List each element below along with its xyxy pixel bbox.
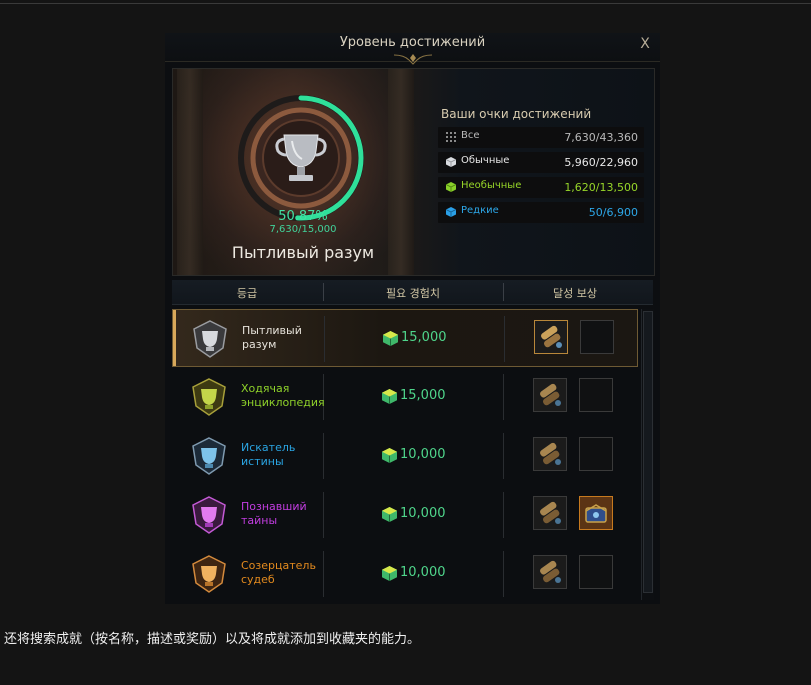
grade-row[interactable]: Созерцатель судеб 10,000 xyxy=(172,545,638,603)
score-row-uncommon: Необычные 1,620/13,500 xyxy=(438,177,644,198)
scroll-icon xyxy=(540,383,561,406)
xp-gem-icon xyxy=(382,566,397,581)
reward-scroll-slot[interactable] xyxy=(533,496,567,530)
scroll-icon xyxy=(540,501,561,524)
reward-empty-slot[interactable] xyxy=(579,378,613,412)
progress-points: 7,630/15,000 xyxy=(269,224,337,235)
xp-amount: 10,000 xyxy=(400,565,446,580)
column-divider xyxy=(503,374,504,420)
score-label: Обычные xyxy=(461,155,510,166)
score-value: 5,960/22,960 xyxy=(564,156,638,169)
title-ornament-icon xyxy=(393,54,433,65)
scroll-icon xyxy=(540,560,561,583)
selected-indicator xyxy=(173,310,176,366)
score-label: Необычные xyxy=(461,180,522,191)
scrollbar-thumb[interactable] xyxy=(643,311,653,593)
grade-name: Ходячая энциклопедия xyxy=(241,382,325,409)
score-label: Все xyxy=(461,130,480,141)
column-divider xyxy=(504,316,505,362)
scroll-icon xyxy=(541,325,562,348)
silver-trophy-icon xyxy=(193,320,227,358)
reward-scroll-slot[interactable] xyxy=(533,437,567,471)
score-value: 7,630/43,360 xyxy=(564,131,638,144)
grade-name: Искатель истины xyxy=(241,441,296,468)
grade-name: Созерцатель судеб xyxy=(241,559,316,586)
green-cube-icon xyxy=(446,182,456,192)
required-xp: 10,000 xyxy=(382,565,502,583)
current-grade-name: Пытливый разум xyxy=(231,243,375,262)
grade-table-header: 등급 필요 경험치 달성 보상 xyxy=(172,280,653,305)
treasure-box-icon xyxy=(585,504,607,523)
xp-gem-icon xyxy=(382,448,397,463)
reward-scroll-slot[interactable] xyxy=(534,320,568,354)
xp-gem-icon xyxy=(382,507,397,522)
column-divider xyxy=(503,492,504,538)
grid-icon xyxy=(446,132,456,142)
score-label: Редкие xyxy=(461,205,499,216)
xp-gem-icon xyxy=(383,331,398,346)
progress-percent: 50.87% xyxy=(278,209,328,224)
required-xp: 15,000 xyxy=(382,388,502,406)
achievement-hero-panel: 50.87% 7,630/15,000 Пытливый разум Ваши … xyxy=(172,68,655,276)
required-xp: 10,000 xyxy=(382,447,502,465)
xp-amount: 10,000 xyxy=(400,447,446,462)
header-required-xp: 필요 경험치 xyxy=(385,287,441,300)
orange-trophy-icon xyxy=(192,555,226,593)
grade-row[interactable]: Ходячая энциклопедия 15,000 xyxy=(172,368,638,426)
window-title: Уровень достижений xyxy=(339,35,486,50)
scores-heading: Ваши очки достижений xyxy=(441,107,592,121)
reward-scroll-slot[interactable] xyxy=(533,378,567,412)
reward-treasure-slot[interactable] xyxy=(579,496,613,530)
score-row-rare: Редкие 50/6,900 xyxy=(438,202,644,223)
reward-scroll-slot[interactable] xyxy=(533,555,567,589)
white-cube-icon xyxy=(446,157,456,167)
grade-name: Познавший тайны xyxy=(241,500,307,527)
left-pillar xyxy=(177,69,203,275)
column-divider xyxy=(503,551,504,597)
scroll-icon xyxy=(540,442,561,465)
grade-row[interactable]: Познавший тайны 10,000 xyxy=(172,486,638,544)
blue-cube-icon xyxy=(446,207,456,217)
reward-empty-slot[interactable] xyxy=(579,555,613,589)
header-rewards: 달성 보상 xyxy=(553,287,597,300)
xp-amount: 15,000 xyxy=(401,330,447,345)
xp-amount: 15,000 xyxy=(400,388,446,403)
grade-row[interactable]: Искатель истины 10,000 xyxy=(172,427,638,485)
score-row-common: Обычные 5,960/22,960 xyxy=(438,152,644,173)
required-xp: 15,000 xyxy=(383,330,503,348)
close-button[interactable]: X xyxy=(636,34,654,54)
reward-empty-slot[interactable] xyxy=(580,320,614,354)
blue-trophy-icon xyxy=(192,437,226,475)
grade-row[interactable]: Пытливый разум 15,000 xyxy=(172,309,638,367)
xp-amount: 10,000 xyxy=(400,506,446,521)
header-grade: 등급 xyxy=(236,287,258,300)
top-divider xyxy=(0,3,811,4)
achievement-level-window: Уровень достижений X 50.87% 7,630/15,000… xyxy=(165,33,660,604)
required-xp: 10,000 xyxy=(382,506,502,524)
purple-trophy-icon xyxy=(192,496,226,534)
xp-gem-icon xyxy=(382,389,397,404)
caption-text: 还将搜索成就（按名称，描述或奖励）以及将成就添加到收藏夹的能力。 xyxy=(4,632,421,647)
green-trophy-icon xyxy=(192,378,226,416)
score-value: 50/6,900 xyxy=(588,206,638,219)
score-row-all: Все 7,630/43,360 xyxy=(438,127,644,148)
reward-empty-slot[interactable] xyxy=(579,437,613,471)
column-divider xyxy=(503,433,504,479)
grade-name: Пытливый разум xyxy=(242,324,302,351)
score-value: 1,620/13,500 xyxy=(564,181,638,194)
trophy-emblem-icon xyxy=(238,95,364,221)
scrollbar[interactable] xyxy=(641,309,654,600)
